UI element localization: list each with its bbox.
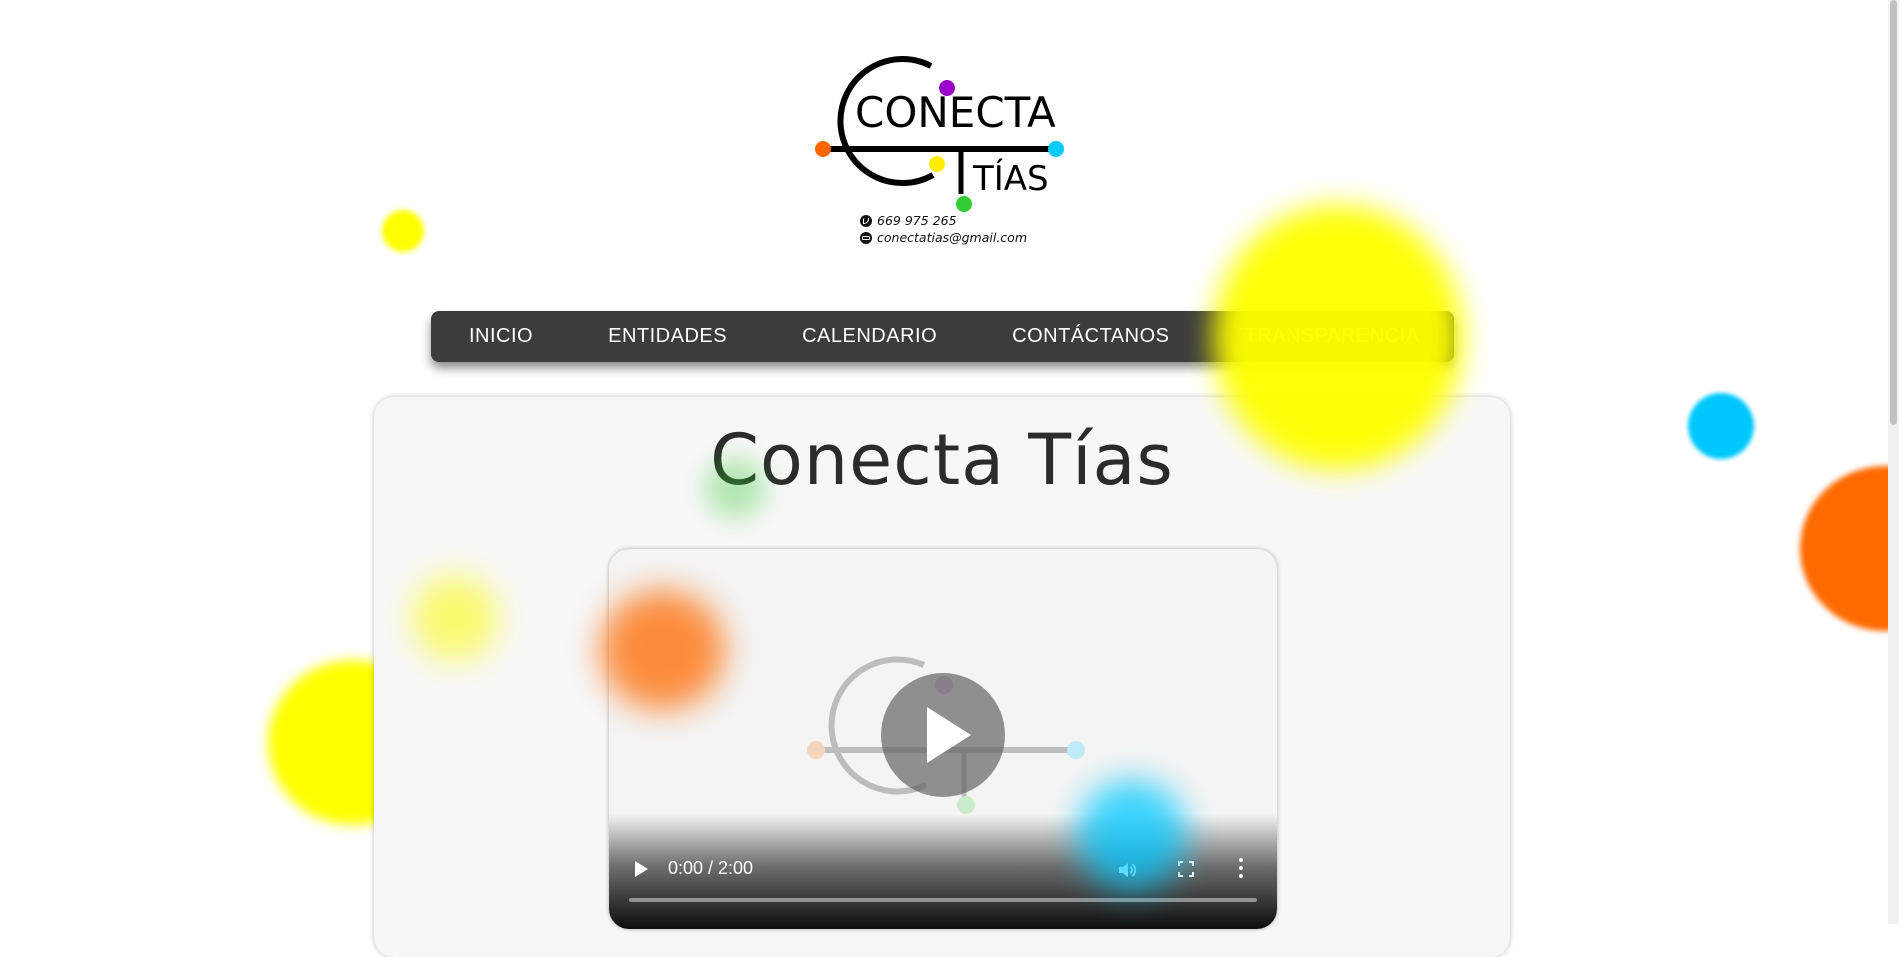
fullscreen-icon[interactable] [1178, 861, 1194, 877]
mail-icon [860, 231, 872, 244]
page-title: Conecta Tías [710, 419, 1174, 501]
decorative-bubble [1688, 393, 1754, 459]
site-header: CONECTA TÍAS 669 975 265 conectatias@gma… [0, 0, 1888, 250]
video-player[interactable]: 0:00 / 2:00 [609, 549, 1277, 929]
nav-item-calendario[interactable]: CALENDARIO [802, 325, 937, 348]
phone-number[interactable]: 669 975 265 [877, 213, 957, 228]
main-navigation: INICIO ENTIDADES CALENDARIO CONTÁCTANOS … [431, 311, 1454, 362]
play-overlay-button[interactable] [881, 673, 1005, 797]
nav-item-inicio[interactable]: INICIO [469, 325, 533, 348]
play-icon[interactable] [635, 861, 648, 877]
video-progress-bar[interactable] [629, 898, 1257, 902]
video-time: 0:00 / 2:00 [668, 858, 754, 878]
content-card: Conecta Tías 0:00 / 2:00 [374, 397, 1510, 957]
volume-icon[interactable] [1117, 860, 1137, 880]
logo-word-conecta: CONECTA [855, 88, 1056, 137]
phone-icon [860, 214, 872, 227]
conecta-tias-logo[interactable]: CONECTA TÍAS [815, 52, 1075, 218]
page-scrollbar[interactable] [1888, 0, 1899, 924]
logo-word-tias: TÍAS [972, 158, 1049, 199]
decorative-bubble [1800, 466, 1899, 631]
nav-item-entidades[interactable]: ENTIDADES [608, 325, 727, 348]
scrollbar-thumb[interactable] [1890, 0, 1897, 425]
nav-item-contactanos[interactable]: CONTÁCTANOS [1012, 325, 1169, 348]
nav-item-transparencia[interactable]: TRANSPARENCIA [1244, 325, 1419, 348]
video-controls: 0:00 / 2:00 [609, 814, 1277, 929]
contact-info: 669 975 265 conectatias@gmail.com [860, 212, 1027, 246]
more-vertical-icon[interactable] [1238, 858, 1244, 880]
email-address[interactable]: conectatias@gmail.com [877, 230, 1027, 245]
